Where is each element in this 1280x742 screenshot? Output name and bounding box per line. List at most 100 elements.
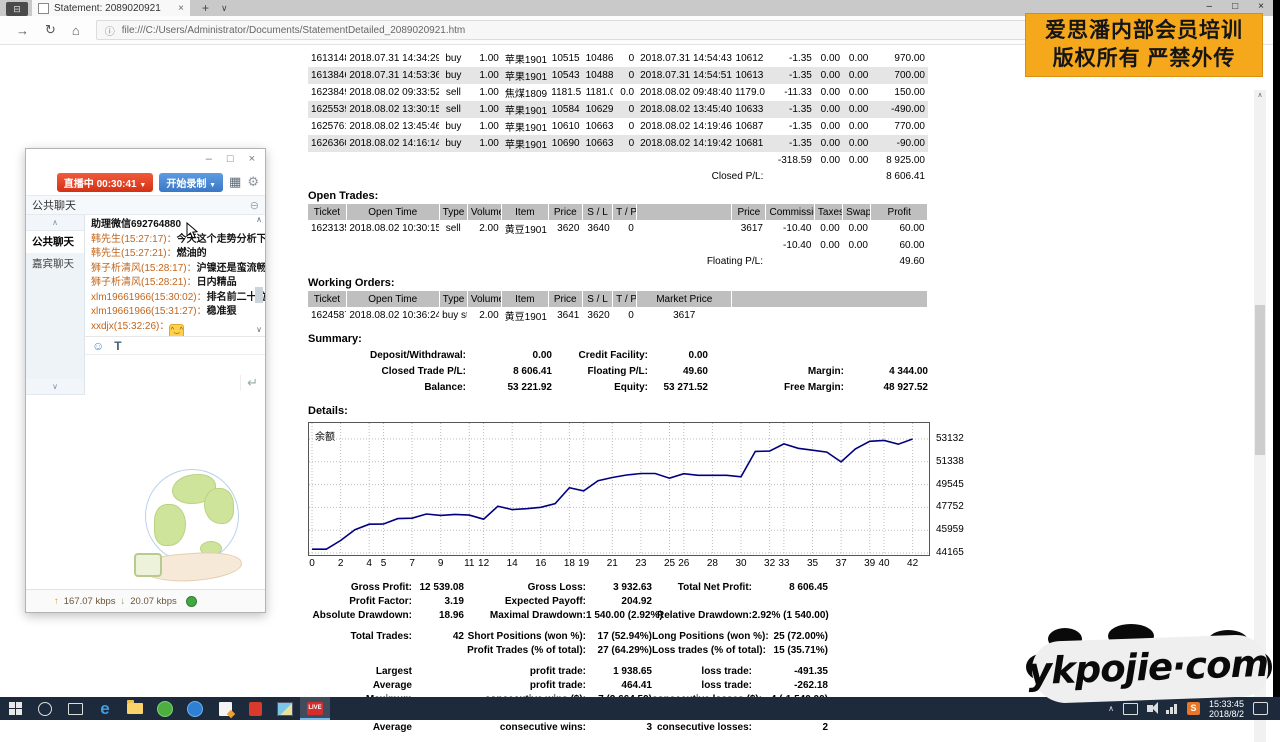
column-header: Price (548, 291, 582, 307)
summary-cell: 4 344.00 (844, 364, 928, 380)
page-info-icon[interactable]: ⓘ (105, 23, 115, 38)
send-enter-icon[interactable]: ↵ (240, 375, 258, 391)
table-cell: 1181.5 (548, 84, 582, 101)
live-status-button[interactable]: 直播中 00:30:41 ▼ (57, 173, 154, 192)
layout-grid-icon[interactable]: ▦ (229, 174, 241, 190)
network-icon[interactable] (1166, 704, 1178, 714)
chat-close-button[interactable]: × (249, 153, 255, 165)
home-button[interactable]: ⌂ (72, 23, 80, 38)
x-axis-tick: 35 (804, 558, 822, 569)
upload-speed: 167.07 kbps (64, 596, 116, 607)
sidebar-item-guest-chat[interactable]: 嘉宾聊天 (26, 253, 84, 275)
mouse-cursor (186, 222, 200, 240)
system-tray: ∧ S 15:33:45 2018/8/2 (1108, 699, 1280, 719)
font-format-icon[interactable]: T (114, 339, 121, 353)
reader-app-icon[interactable] (240, 697, 270, 720)
table-cell: 苹果1901 (502, 135, 548, 152)
table-cell: 0.00 (843, 118, 871, 135)
table-cell: 2018.08.02 13:30:15 (346, 101, 439, 118)
close-button[interactable]: × (1258, 0, 1264, 13)
x-axis-tick: 28 (703, 558, 721, 569)
ime-icon[interactable] (1123, 703, 1138, 715)
table-cell: 1.00 (468, 50, 502, 67)
taskbar-clock[interactable]: 15:33:45 2018/8/2 (1209, 699, 1244, 719)
start-record-button[interactable]: 开始录制 ▼ (159, 173, 223, 192)
table-cell: 2.00 (467, 307, 501, 324)
table-cell: 8 606.41 (766, 168, 928, 184)
volume-icon[interactable] (1147, 705, 1153, 712)
blue-browser-icon[interactable] (180, 697, 210, 720)
message-scrollbar[interactable]: ∧ ∨ (253, 215, 265, 336)
sidebar-up-icon[interactable]: ∧ (26, 215, 84, 231)
tab-close-icon[interactable]: × (178, 3, 184, 14)
table-cell: 0 (613, 307, 637, 324)
live-app-icon[interactable]: LIVE (300, 697, 330, 720)
gear-icon[interactable]: ⚙ (247, 174, 259, 190)
tabs-aside-icon[interactable]: ⊟ (6, 2, 28, 16)
action-center-icon[interactable] (1253, 702, 1268, 715)
x-axis-tick: 9 (432, 558, 450, 569)
table-cell: 10687 (732, 118, 766, 135)
task-view-button[interactable] (60, 697, 90, 720)
table-cell: 苹果1901 (502, 67, 548, 84)
stat-label: Maximal Drawdown: (464, 609, 586, 623)
scrollbar-thumb[interactable] (255, 287, 263, 303)
tab-list-chevron-icon[interactable]: ∨ (221, 3, 228, 14)
minimize-button[interactable]: – (1207, 0, 1213, 13)
table-cell (308, 152, 766, 168)
page-scrollbar[interactable]: ∧ (1254, 90, 1266, 742)
table-cell: 0.00 (815, 152, 843, 168)
edge-taskbar-icon[interactable]: e (90, 697, 120, 720)
start-button[interactable] (0, 697, 30, 720)
maximize-button[interactable]: □ (1232, 0, 1238, 13)
refresh-button[interactable]: ↻ (45, 22, 56, 38)
address-bar[interactable]: ⓘ file:///C:/Users/Administrator/Documen… (96, 20, 1051, 40)
chat-status-bar: ↑ 167.07 kbps ↓ 20.07 kbps (26, 589, 265, 612)
summary-cell: Balance: (308, 380, 466, 396)
chat-message: xxdjx(15:32:26)：^‿^ (91, 320, 251, 337)
table-cell: 0.00 (843, 152, 871, 168)
table-cell: 1625761 (308, 118, 346, 135)
table-cell: 2018.07.31 14:54:43 (637, 50, 732, 67)
photos-app-icon[interactable] (270, 697, 300, 720)
summary-cell: Closed Trade P/L: (308, 364, 466, 380)
stat-value: 2.92% (1 540.00) (752, 609, 828, 623)
sidebar-down-icon[interactable]: ∨ (26, 379, 84, 395)
stat-label: Long Positions (won %): (652, 630, 752, 644)
new-tab-button[interactable]: + (202, 1, 209, 15)
scrollbar-thumb[interactable] (1255, 305, 1265, 455)
table-cell: 3620 (548, 220, 582, 237)
stat-label: Gross Loss: (464, 581, 586, 595)
chat-maximize-button[interactable]: □ (227, 153, 234, 165)
table-cell: 10488 (583, 67, 613, 84)
scroll-up-icon[interactable]: ∧ (253, 215, 265, 224)
stat-value: 15 (35.71%) (752, 644, 828, 658)
stat-value (412, 721, 464, 735)
cortana-search-button[interactable] (30, 697, 60, 720)
notes-app-icon[interactable] (210, 697, 240, 720)
details-heading: Details: (308, 405, 998, 417)
emoji-picker-icon[interactable]: ☺ (92, 339, 104, 353)
column-header: Item (502, 204, 548, 220)
stat-label: Expected Payoff: (464, 595, 586, 609)
stat-value: 18.96 (412, 609, 464, 623)
stat-label: consecutive losses: (652, 721, 752, 735)
collapse-icon[interactable]: ⊖ (250, 199, 259, 212)
table-cell: 1.00 (468, 101, 502, 118)
scroll-up-icon[interactable]: ∧ (1254, 90, 1266, 102)
column-header: Type (439, 204, 467, 220)
chat-input[interactable]: ↵ (85, 354, 265, 395)
stat-label: Largest (308, 665, 412, 679)
green-browser-icon[interactable] (150, 697, 180, 720)
hidden-icons-chevron-icon[interactable]: ∧ (1108, 704, 1114, 713)
table-cell: 1623849 (308, 84, 346, 101)
chat-minimize-button[interactable]: – (206, 153, 212, 165)
table-cell: 0.00 (815, 118, 843, 135)
forward-button[interactable]: → (16, 23, 29, 38)
browser-tab[interactable]: Statement: 2089020921 × (32, 0, 190, 16)
sougou-tray-icon[interactable]: S (1187, 702, 1200, 715)
file-explorer-icon[interactable] (120, 697, 150, 720)
table-cell: 150.00 (871, 84, 928, 101)
scroll-down-icon[interactable]: ∨ (253, 325, 265, 334)
sidebar-item-public-chat[interactable]: 公共聊天 (26, 231, 84, 253)
